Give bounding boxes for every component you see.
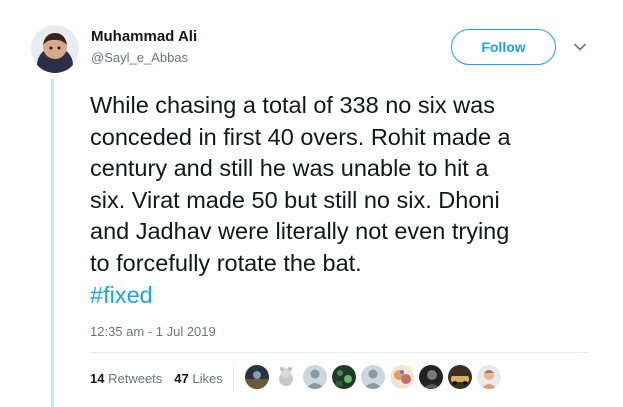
tweet-text: While chasing a total of 338 no six was … [90, 92, 511, 276]
stats-separator [233, 362, 234, 392]
tweet-timestamp[interactable]: 12:35 am - 1 Jul 2019 [90, 324, 216, 339]
chevron-down-icon[interactable] [573, 40, 587, 54]
thread-line [51, 79, 54, 407]
likes-count: 47 [174, 371, 189, 386]
author-avatar[interactable] [31, 25, 79, 73]
liker-avatar[interactable] [332, 365, 356, 389]
liker-avatar[interactable] [448, 365, 472, 389]
hashtag-link[interactable]: #fixed [90, 280, 153, 312]
retweets-label: Retweets [108, 371, 163, 386]
liker-avatar[interactable] [245, 365, 269, 389]
liker-avatar[interactable] [477, 365, 501, 389]
tweet-stats: 14 Retweets 47 Likes [90, 371, 223, 386]
liker-avatar[interactable] [419, 365, 443, 389]
likes-label: Likes [192, 371, 223, 386]
author-name[interactable]: Muhammad Ali [91, 28, 197, 45]
liker-avatar[interactable] [390, 365, 414, 389]
liker-avatar[interactable] [303, 365, 327, 389]
likes-stat[interactable]: 47 Likes [174, 371, 222, 386]
liker-avatar[interactable] [274, 365, 298, 389]
liker-avatars [245, 365, 506, 389]
retweets-stat[interactable]: 14 Retweets [90, 371, 162, 386]
liker-avatar[interactable] [361, 365, 385, 389]
retweets-count: 14 [90, 371, 105, 386]
author-handle[interactable]: @Sayl_e_Abbas [91, 50, 188, 65]
divider [90, 352, 588, 353]
follow-button[interactable]: Follow [451, 29, 556, 65]
